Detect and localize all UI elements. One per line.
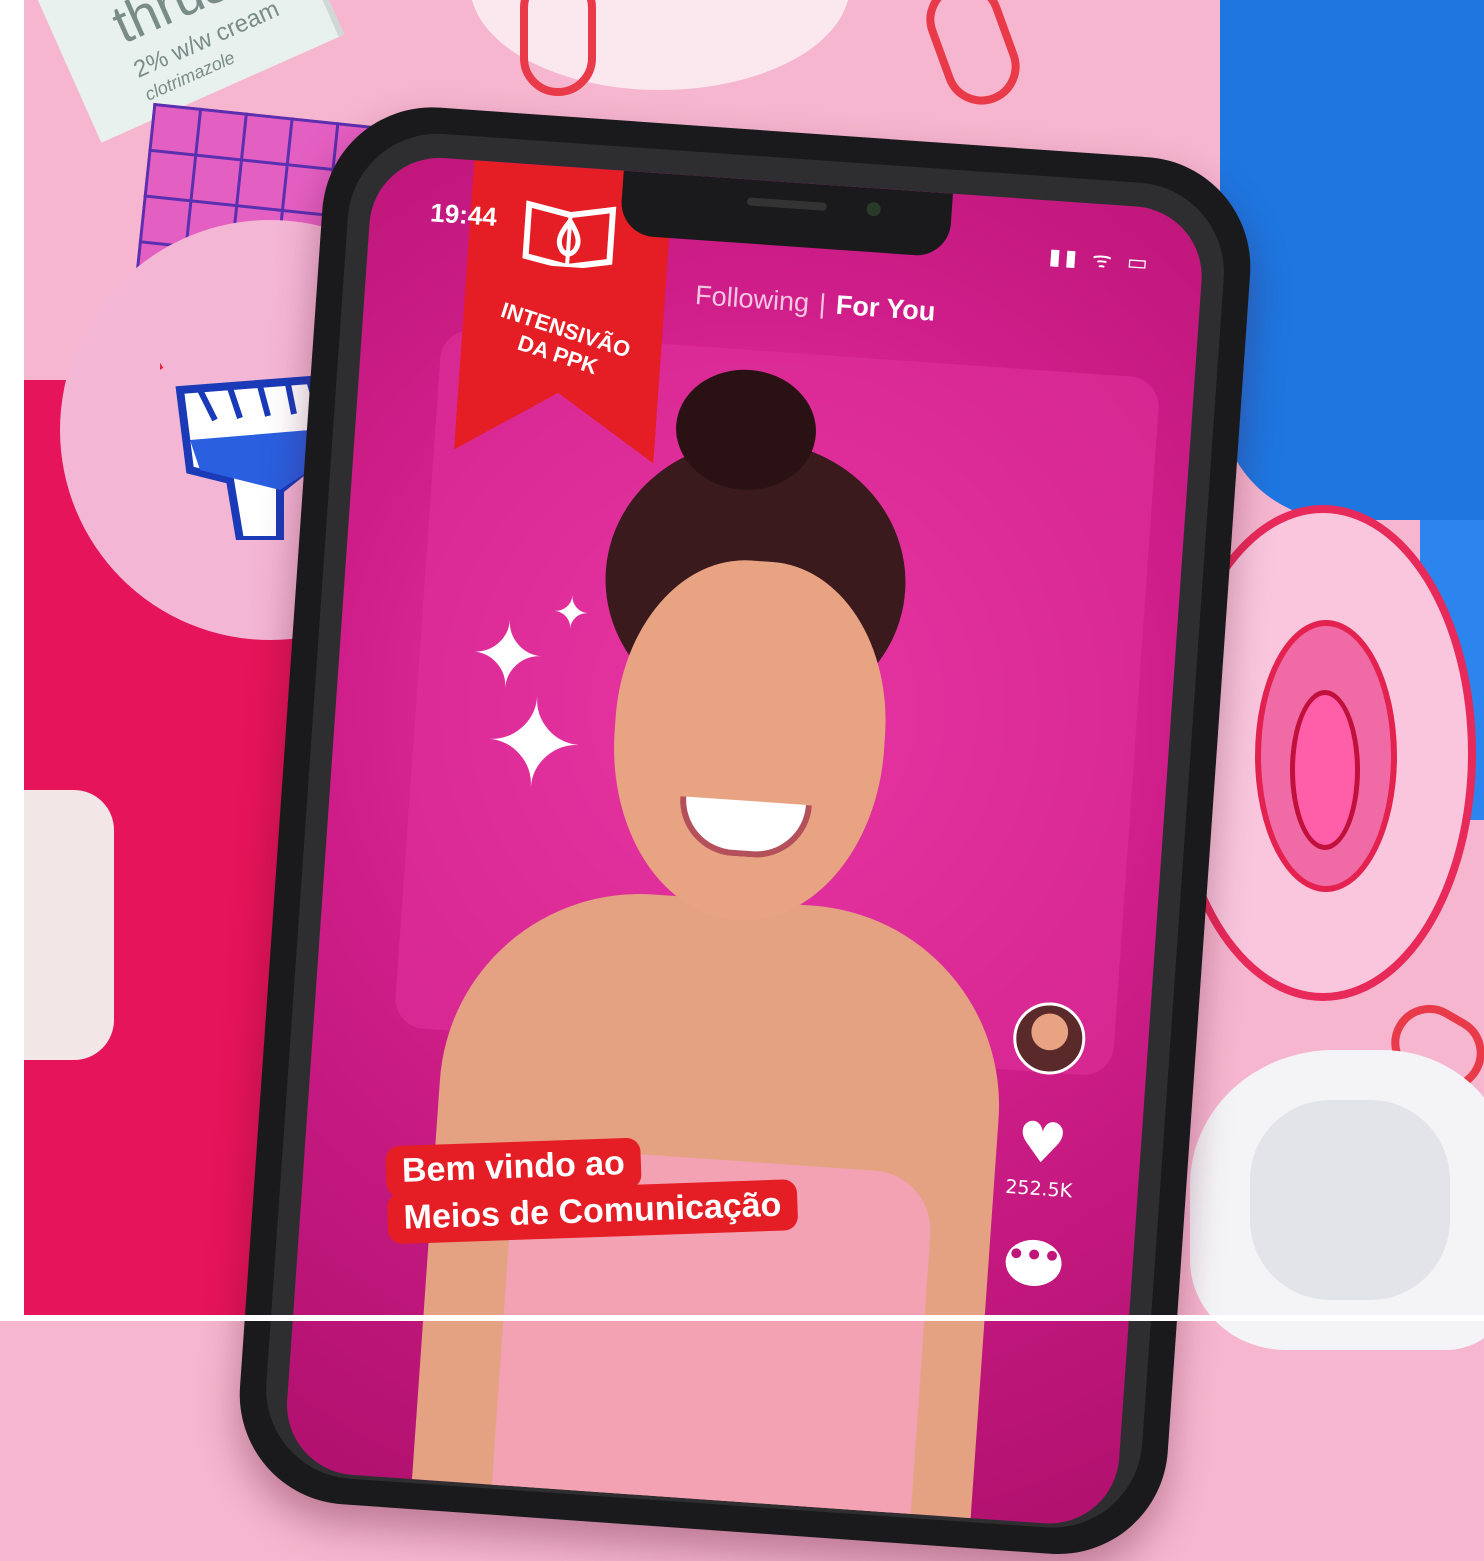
paper-clip-left [520,0,596,96]
feed-tabs: Following | For You [694,280,936,328]
speaker-grille [746,197,828,211]
crumpled-paper-shadow [1250,1100,1450,1300]
left-border [0,0,24,1321]
vulva-illustration-inner [1290,690,1360,850]
status-time: 19:44 [429,197,498,232]
heart-icon: ♥ [1014,1109,1070,1178]
front-camera [866,201,882,217]
comment-icon: ••• [1004,1237,1064,1288]
blue-cloth [1220,0,1484,520]
bottom-border [0,1315,1484,1321]
creator-avatar[interactable] [1010,1000,1088,1077]
ribbon-title: INTENSIVÃO DA PPK [458,287,664,398]
tab-separator: | [818,288,828,320]
like-count: 252.5K [1004,1175,1073,1203]
comment-button[interactable]: ••• [987,1237,1080,1289]
phone-screen[interactable]: INTENSIVÃO DA PPK 19:44 ▮▮ ᯤ ▭ Following… [282,153,1207,1529]
sparkle-large-icon: ✦ [478,672,589,819]
video-caption: Bem vindo ao Meios de Comunicação [385,1132,799,1245]
book-drop-icon [519,194,620,271]
tab-following[interactable]: Following [694,280,810,318]
tab-for-you[interactable]: For You [835,290,936,327]
sparkle-small-icon: ✦ [551,586,592,641]
paper-clip-right [915,0,1031,116]
status-icons: ▮▮ ᯤ ▭ [1047,244,1153,277]
white-cushion [24,790,114,1060]
like-button[interactable]: ♥ 252.5K [993,1109,1089,1203]
smartphone: INTENSIVÃO DA PPK 19:44 ▮▮ ᯤ ▭ Following… [232,100,1258,1561]
